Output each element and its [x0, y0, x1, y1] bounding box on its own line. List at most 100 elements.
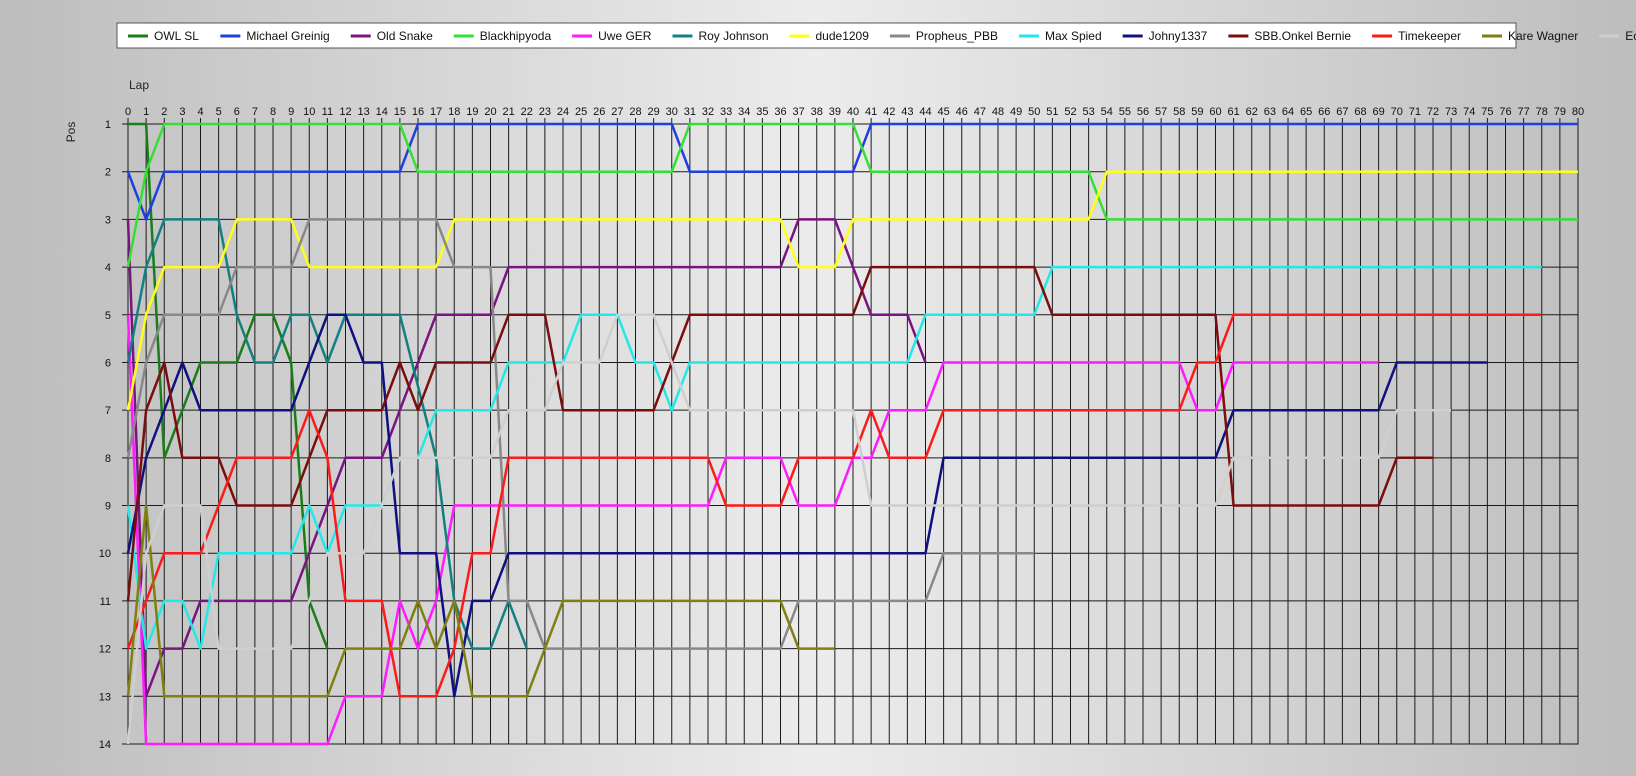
legend-label-johny1337: Johny1337 [1149, 29, 1208, 43]
y-axis-label: Pos [64, 122, 78, 143]
x-tick-label: 62 [1246, 106, 1258, 118]
x-tick-label: 63 [1264, 106, 1276, 118]
legend-label-uwe-ger: Uwe GER [598, 29, 652, 43]
x-tick-label: 42 [883, 106, 895, 118]
legend-label-sbb-onkel-bernie: SBB.Onkel Bernie [1254, 29, 1351, 43]
x-tick-label: 16 [412, 106, 424, 118]
x-tick-label: 70 [1391, 106, 1403, 118]
x-tick-label: 36 [774, 106, 786, 118]
x-tick-label: 17 [430, 106, 442, 118]
x-tick-label: 27 [611, 106, 623, 118]
legend-label-kare-wagner: Kare Wagner [1508, 29, 1578, 43]
x-tick-label: 60 [1209, 106, 1221, 118]
y-tick-label: 9 [105, 501, 111, 513]
x-tick-label: 21 [503, 106, 515, 118]
grid [122, 118, 1579, 745]
x-tick-label: 35 [756, 106, 768, 118]
legend-label-owl-sl: OWL SL [154, 29, 199, 43]
x-tick-label: 6 [234, 106, 240, 118]
x-tick-label: 58 [1173, 106, 1185, 118]
x-tick-label: 79 [1554, 106, 1566, 118]
legend-label-blackhipyoda: Blackhipyoda [480, 29, 552, 43]
x-tick-label: 0 [125, 106, 131, 118]
x-tick-label: 39 [829, 106, 841, 118]
x-tick-label: 1 [143, 106, 149, 118]
x-axis-label: Lap [129, 78, 149, 92]
x-tick-label: 49 [1010, 106, 1022, 118]
x-tick-label: 3 [179, 106, 185, 118]
legend: OWL SL Michael Greinig Old Snake Blackhipyo… [116, 22, 1636, 49]
y-tick-label: 8 [105, 453, 111, 465]
x-tick-label: 53 [1083, 106, 1095, 118]
x-tick-label: 26 [593, 106, 605, 118]
x-tick-label: 44 [919, 106, 931, 118]
x-tick-label: 9 [288, 106, 294, 118]
x-tick-label: 22 [521, 106, 533, 118]
x-tick-label: 24 [557, 106, 569, 118]
y-tick-label: 7 [105, 405, 111, 417]
legend-label-michael-greinig: Michael Greinig [246, 29, 329, 43]
y-tick-labels: 1234567891011121314 [99, 119, 111, 751]
x-tick-label: 32 [702, 106, 714, 118]
y-tick-label: 13 [99, 691, 111, 703]
x-tick-label: 8 [270, 106, 276, 118]
x-tick-label: 4 [197, 106, 203, 118]
y-tick-label: 4 [105, 262, 111, 274]
x-tick-label: 61 [1228, 106, 1240, 118]
x-tick-label: 48 [992, 106, 1004, 118]
x-tick-label: 80 [1572, 106, 1584, 118]
x-tick-label: 31 [684, 106, 696, 118]
x-tick-label: 2 [161, 106, 167, 118]
y-tick-label: 6 [105, 357, 111, 369]
x-tick-label: 23 [539, 106, 551, 118]
x-tick-label: 5 [216, 106, 222, 118]
x-tick-label: 76 [1499, 106, 1511, 118]
y-tick-label: 5 [105, 310, 111, 322]
x-tick-label: 7 [252, 106, 258, 118]
x-tick-label: 71 [1409, 106, 1421, 118]
x-tick-label: 46 [956, 106, 968, 118]
x-tick-label: 57 [1155, 106, 1167, 118]
y-tick-label: 10 [99, 548, 111, 560]
legend-label-roy-johnson: Roy Johnson [698, 29, 768, 43]
legend-label-max-spied: Max Spied [1045, 29, 1102, 43]
x-tick-label: 66 [1318, 106, 1330, 118]
x-tick-label: 19 [466, 106, 478, 118]
x-tick-label: 73 [1445, 106, 1457, 118]
legend-label-ecky: Ecky [1625, 29, 1636, 43]
x-tick-label: 72 [1427, 106, 1439, 118]
x-tick-label: 37 [793, 106, 805, 118]
x-tick-label: 47 [974, 106, 986, 118]
x-tick-labels: 0 1 2 3 4 5 6 7 8 9 10 11 12 13 14 15 16 17 18 19 20 21 22 23 24… [125, 106, 1584, 118]
x-tick-label: 34 [738, 106, 750, 118]
legend-label-old-snake: Old Snake [377, 29, 433, 43]
legend-label-dude1209: dude1209 [816, 29, 870, 43]
y-tick-label: 11 [100, 596, 111, 608]
x-tick-label: 11 [322, 106, 333, 118]
y-tick-label: 3 [105, 214, 111, 226]
x-tick-label: 51 [1046, 106, 1058, 118]
x-tick-label: 55 [1119, 106, 1131, 118]
legend-label-propheus-pbb: Propheus_PBB [916, 29, 998, 43]
x-tick-label: 74 [1463, 106, 1475, 118]
x-tick-label: 64 [1282, 106, 1294, 118]
x-tick-label: 10 [303, 106, 315, 118]
x-tick-label: 65 [1300, 106, 1312, 118]
x-tick-label: 38 [811, 106, 823, 118]
x-tick-label: 40 [847, 106, 859, 118]
x-tick-label: 28 [629, 106, 641, 118]
x-tick-label: 18 [448, 106, 460, 118]
x-tick-label: 59 [1191, 106, 1203, 118]
x-tick-label: 15 [394, 106, 406, 118]
x-tick-label: 45 [938, 106, 950, 118]
x-tick-label: 30 [666, 106, 678, 118]
x-tick-label: 69 [1373, 106, 1385, 118]
position-chart: OWL SL Michael Greinig Old Snake Blackhipyo… [64, 22, 1636, 751]
x-tick-label: 43 [901, 106, 913, 118]
x-tick-label: 67 [1336, 106, 1348, 118]
x-tick-label: 41 [865, 106, 877, 118]
x-tick-label: 20 [484, 106, 496, 118]
series-line-ecky [126, 313, 1452, 745]
x-tick-label: 12 [339, 106, 351, 118]
x-tick-label: 54 [1101, 106, 1113, 118]
